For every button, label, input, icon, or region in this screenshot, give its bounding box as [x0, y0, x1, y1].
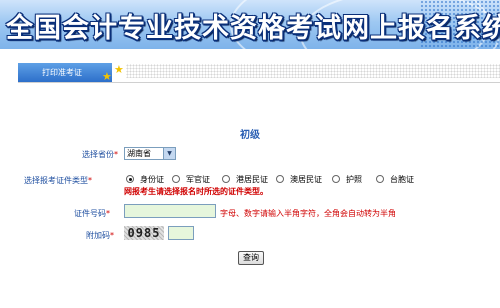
id-number-input[interactable]: [124, 204, 216, 218]
id-type-warning: 网报考生请选择报名时所选的证件类型。: [124, 187, 268, 196]
header-banner: 全国会计专业技术资格考试网上报名系统: [0, 0, 500, 49]
radio-id-card[interactable]: 身份证: [126, 174, 164, 185]
radio-officer-card[interactable]: 军官证: [172, 174, 210, 185]
star-icon: ★: [102, 70, 112, 83]
tab-bar-pattern: [126, 64, 500, 78]
radio-button[interactable]: [376, 175, 384, 183]
exam-level-heading: 初级: [240, 130, 260, 141]
radio-hk-card[interactable]: 港居民证: [222, 174, 268, 185]
captcha-image: 0985: [124, 226, 164, 240]
radio-button[interactable]: [172, 175, 180, 183]
radio-button[interactable]: [126, 175, 134, 183]
id-number-hint: 字母、数字请输入半角字符，全角会自动转为半角: [220, 209, 396, 218]
star-icon: ★: [114, 63, 124, 76]
tab-print-admission[interactable]: 打印准考证: [18, 63, 112, 82]
radio-passport[interactable]: 护照: [332, 174, 362, 185]
chevron-down-icon[interactable]: ▼: [163, 148, 175, 159]
radio-button[interactable]: [332, 175, 340, 183]
radio-macau-card[interactable]: 澳居民证: [276, 174, 322, 185]
province-value: 湖南省: [127, 149, 151, 158]
tab-bar: 打印准考证 ★ ★: [0, 58, 500, 84]
id-type-label: 选择报考证件类型*: [24, 176, 92, 185]
radio-button[interactable]: [276, 175, 284, 183]
radio-button[interactable]: [222, 175, 230, 183]
tab-divider: [18, 82, 500, 83]
id-number-label: 证件号码*: [74, 209, 110, 218]
captcha-input[interactable]: [168, 226, 194, 240]
query-button[interactable]: 查询: [238, 251, 264, 265]
province-label: 选择省份*: [82, 150, 118, 159]
province-select[interactable]: 湖南省 ▼: [124, 147, 176, 160]
radio-taiwan-card[interactable]: 台胞证: [376, 174, 414, 185]
page-title: 全国会计专业技术资格考试网上报名系统: [6, 13, 500, 44]
captcha-label: 附加码*: [86, 231, 114, 240]
